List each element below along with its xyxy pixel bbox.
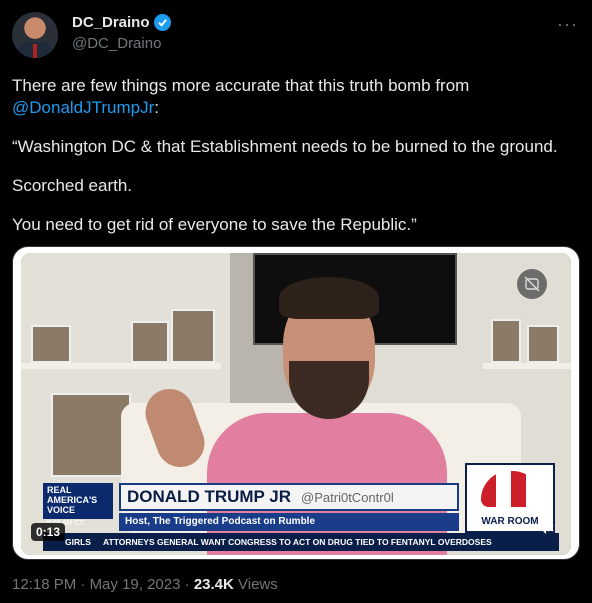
- nameplate-handle: @Patri0tContr0l: [301, 489, 394, 505]
- media-container[interactable]: REAL AMERICA'S VOICE 9:09 AM CT DONALD T…: [12, 246, 580, 560]
- video-photo-frame: [31, 325, 71, 363]
- speaker-mute-icon[interactable]: [535, 517, 557, 539]
- video-photo-frame: [527, 325, 559, 363]
- author-avatar[interactable]: [12, 12, 58, 58]
- tweet-line-1-suffix: :: [154, 98, 160, 117]
- network-line-2: AMERICA'S: [47, 495, 98, 505]
- author-display-name[interactable]: DC_Draino: [72, 14, 150, 31]
- video-photo-frame: [171, 309, 215, 363]
- video-lower-third: REAL AMERICA'S VOICE 9:09 AM CT DONALD T…: [21, 463, 571, 555]
- author-handle[interactable]: @DC_Draino: [72, 35, 161, 52]
- nameplate-name: DONALD TRUMP JR: [127, 487, 292, 506]
- video-player[interactable]: REAL AMERICA'S VOICE 9:09 AM CT DONALD T…: [21, 253, 571, 555]
- video-photo-frame: [131, 321, 169, 363]
- meta-separator: ·: [184, 576, 190, 593]
- tweet-time[interactable]: 12:18 PM: [12, 576, 76, 593]
- ticker-text: ATTORNEYS GENERAL WANT CONGRESS TO ACT O…: [103, 537, 492, 547]
- network-logo: REAL AMERICA'S VOICE 9:09 AM CT: [43, 483, 113, 527]
- tweet-text: There are few things more accurate that …: [12, 75, 582, 253]
- tweet-quote-3: You need to get rid of everyone to save …: [12, 215, 417, 234]
- news-ticker: GIRLS ATTORNEYS GENERAL WANT CONGRESS TO …: [43, 533, 559, 551]
- network-line-3: VOICE: [47, 505, 76, 515]
- network-line-1: REAL: [47, 485, 72, 495]
- views-label: Views: [238, 576, 278, 593]
- more-options-icon[interactable]: ···: [557, 14, 578, 35]
- tweet-date[interactable]: May 19, 2023: [90, 576, 181, 593]
- video-person-hair: [279, 277, 379, 319]
- video-painting: [51, 393, 131, 477]
- mention-link[interactable]: @DonaldJTrumpJr: [12, 98, 154, 117]
- nameplate-subtitle: Host, The Triggered Podcast on Rumble: [119, 513, 459, 531]
- tweet-line-1-prefix: There are few things more accurate that …: [12, 76, 470, 95]
- verified-badge-icon: [153, 14, 171, 31]
- views-count[interactable]: 23.4K: [194, 576, 234, 593]
- avatar-tie: [33, 44, 37, 58]
- video-shelf-right: [483, 363, 571, 369]
- meta-separator: ·: [80, 576, 86, 593]
- gif-icon[interactable]: [517, 269, 547, 299]
- author-name[interactable]: DC_Draino: [72, 14, 171, 31]
- video-shelf-left: [21, 363, 221, 369]
- eagle-emblem: [481, 471, 541, 507]
- nameplate: DONALD TRUMP JR @Patri0tContr0l: [119, 483, 459, 511]
- video-photo-frame: [491, 319, 521, 363]
- video-duration: 0:13: [31, 523, 66, 541]
- tweet-quote-1: “Washington DC & that Establishment need…: [12, 137, 558, 156]
- tweet-line-1: There are few things more accurate that …: [12, 75, 582, 119]
- tweet-quote-2: Scorched earth.: [12, 176, 133, 195]
- tweet-meta: 12:18 PM · May 19, 2023 · 23.4K Views: [12, 576, 278, 593]
